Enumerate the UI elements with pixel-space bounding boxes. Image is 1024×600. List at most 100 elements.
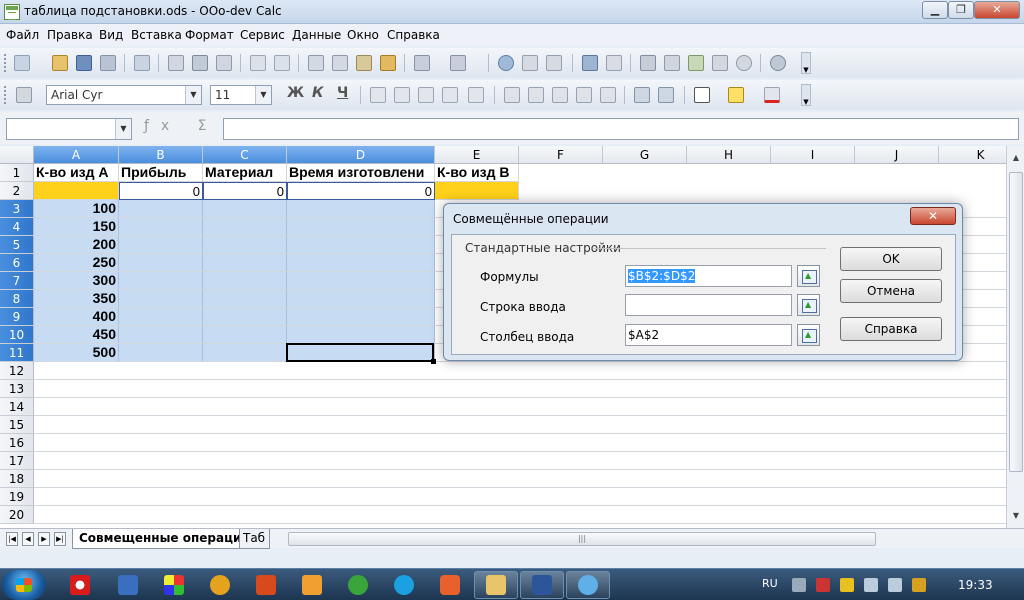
selected-range-c[interactable] [203, 200, 287, 362]
borders-icon[interactable] [694, 87, 710, 103]
column-header-b[interactable]: B [119, 146, 203, 164]
help-icon[interactable] [770, 55, 786, 71]
name-box[interactable]: ▼ [6, 118, 132, 140]
first-sheet-icon[interactable]: |◀ [6, 532, 18, 546]
column-header-a[interactable]: A [34, 146, 119, 164]
cell-a2[interactable] [34, 182, 119, 200]
row-header[interactable]: 18 [0, 470, 34, 488]
row-header[interactable]: 13 [0, 380, 34, 398]
menu-insert[interactable]: Вставка [131, 28, 182, 42]
font-color-icon[interactable] [764, 87, 780, 103]
column-input-shrink-button[interactable] [797, 324, 820, 346]
clock[interactable]: 19:33 [958, 578, 993, 592]
tray-warning-icon[interactable] [840, 578, 854, 592]
row-header[interactable]: 11 [0, 344, 34, 362]
last-sheet-icon[interactable]: ▶| [54, 532, 66, 546]
row-header[interactable]: 15 [0, 416, 34, 434]
chevron-down-icon[interactable]: ▼ [115, 119, 131, 139]
cell-c2[interactable]: 0 [203, 182, 287, 200]
new-document-icon[interactable] [14, 55, 30, 71]
redo-icon[interactable] [450, 55, 466, 71]
save-icon[interactable] [76, 55, 92, 71]
dialog-close-button[interactable]: ✕ [910, 207, 956, 225]
row-header[interactable]: 7 [0, 272, 34, 290]
next-sheet-icon[interactable]: ▶ [38, 532, 50, 546]
formulas-field[interactable]: $B$2:$D$2 [625, 265, 792, 287]
row-header[interactable]: 3 [0, 200, 34, 218]
row-header[interactable]: 19 [0, 488, 34, 506]
tray-volume-icon[interactable] [888, 578, 902, 592]
menu-format[interactable]: Формат [185, 28, 234, 42]
calc-task-button[interactable] [566, 571, 610, 599]
export-pdf-icon[interactable] [168, 55, 184, 71]
row-header[interactable]: 4 [0, 218, 34, 236]
cell-a7[interactable]: 300 [34, 272, 119, 290]
formulas-shrink-button[interactable] [797, 265, 820, 287]
column-header-e[interactable]: E [435, 146, 519, 164]
language-indicator[interactable]: RU [762, 577, 778, 590]
cell-a11[interactable]: 500 [34, 344, 119, 362]
tray-signal-icon[interactable] [912, 578, 926, 592]
menu-data[interactable]: Данные [292, 28, 341, 42]
row-header[interactable]: 2 [0, 182, 34, 200]
column-header-g[interactable]: G [603, 146, 687, 164]
paint-icon[interactable] [256, 575, 276, 595]
hyperlink-icon[interactable] [498, 55, 514, 71]
save-disk-icon[interactable] [118, 575, 138, 595]
delete-decimal-icon[interactable] [600, 87, 616, 103]
justify-icon[interactable] [442, 87, 458, 103]
restore-button[interactable]: ❐ [948, 1, 974, 19]
menu-edit[interactable]: Правка [47, 28, 93, 42]
column-header-c[interactable]: C [203, 146, 287, 164]
open-folder-icon[interactable] [52, 55, 68, 71]
help-button[interactable]: Справка [840, 317, 942, 341]
explorer-task-button[interactable] [474, 571, 518, 599]
merge-cells-icon[interactable] [468, 87, 484, 103]
row-header[interactable]: 16 [0, 434, 34, 452]
underline-button[interactable]: Ч [337, 85, 348, 101]
chart-icon[interactable] [582, 55, 598, 71]
minimize-button[interactable]: ▁ [922, 1, 948, 19]
row-header[interactable]: 10 [0, 326, 34, 344]
font-name-combobox[interactable]: Arial Cyr ▼ [46, 85, 202, 105]
formula-input[interactable] [223, 118, 1019, 140]
horizontal-scrollbar[interactable]: ||| [276, 532, 1004, 546]
vertical-scroll-thumb[interactable] [1009, 172, 1023, 472]
cell-d1[interactable]: Время изготовлени [287, 164, 435, 182]
skype-icon[interactable] [394, 575, 414, 595]
cell-a1[interactable]: К-во изд А [34, 164, 119, 182]
app-triangle-icon[interactable] [210, 575, 230, 595]
tray-arrow-icon[interactable] [792, 578, 806, 592]
utorrent-icon[interactable] [348, 575, 368, 595]
align-left-icon[interactable] [370, 87, 386, 103]
row-input-field[interactable] [625, 294, 792, 316]
cell-a10[interactable]: 450 [34, 326, 119, 344]
row-header[interactable]: 9 [0, 308, 34, 326]
undo-icon[interactable] [414, 55, 430, 71]
horizontal-scroll-thumb[interactable]: ||| [288, 532, 876, 546]
menu-view[interactable]: Вид [99, 28, 123, 42]
dialog-titlebar[interactable]: Совмещённые операции ✕ [444, 204, 962, 232]
percent-format-icon[interactable] [528, 87, 544, 103]
cell-a5[interactable]: 200 [34, 236, 119, 254]
column-header-d[interactable]: D [287, 146, 435, 164]
opera-icon[interactable] [70, 575, 90, 595]
column-input-field[interactable]: $A$2 [625, 324, 792, 346]
navigator-icon[interactable] [664, 55, 680, 71]
row-header[interactable]: 6 [0, 254, 34, 272]
start-button[interactable] [2, 570, 46, 600]
select-all-corner[interactable] [0, 146, 34, 164]
increase-indent-icon[interactable] [658, 87, 674, 103]
folder-app-icon[interactable] [302, 575, 322, 595]
cell-e2[interactable] [435, 182, 519, 200]
toolbar-grip[interactable] [4, 86, 8, 104]
cell-b2[interactable]: 0 [119, 182, 203, 200]
cell-b1[interactable]: Прибыль [119, 164, 203, 182]
format-paintbrush-icon[interactable] [380, 55, 396, 71]
close-window-button[interactable]: ✕ [974, 1, 1020, 19]
tray-battery-icon[interactable] [864, 578, 878, 592]
sheet-tab-2[interactable]: Таб [240, 529, 270, 549]
app-red-icon[interactable] [440, 575, 460, 595]
italic-button[interactable]: К [312, 85, 323, 101]
active-cell-cursor[interactable] [286, 343, 436, 364]
